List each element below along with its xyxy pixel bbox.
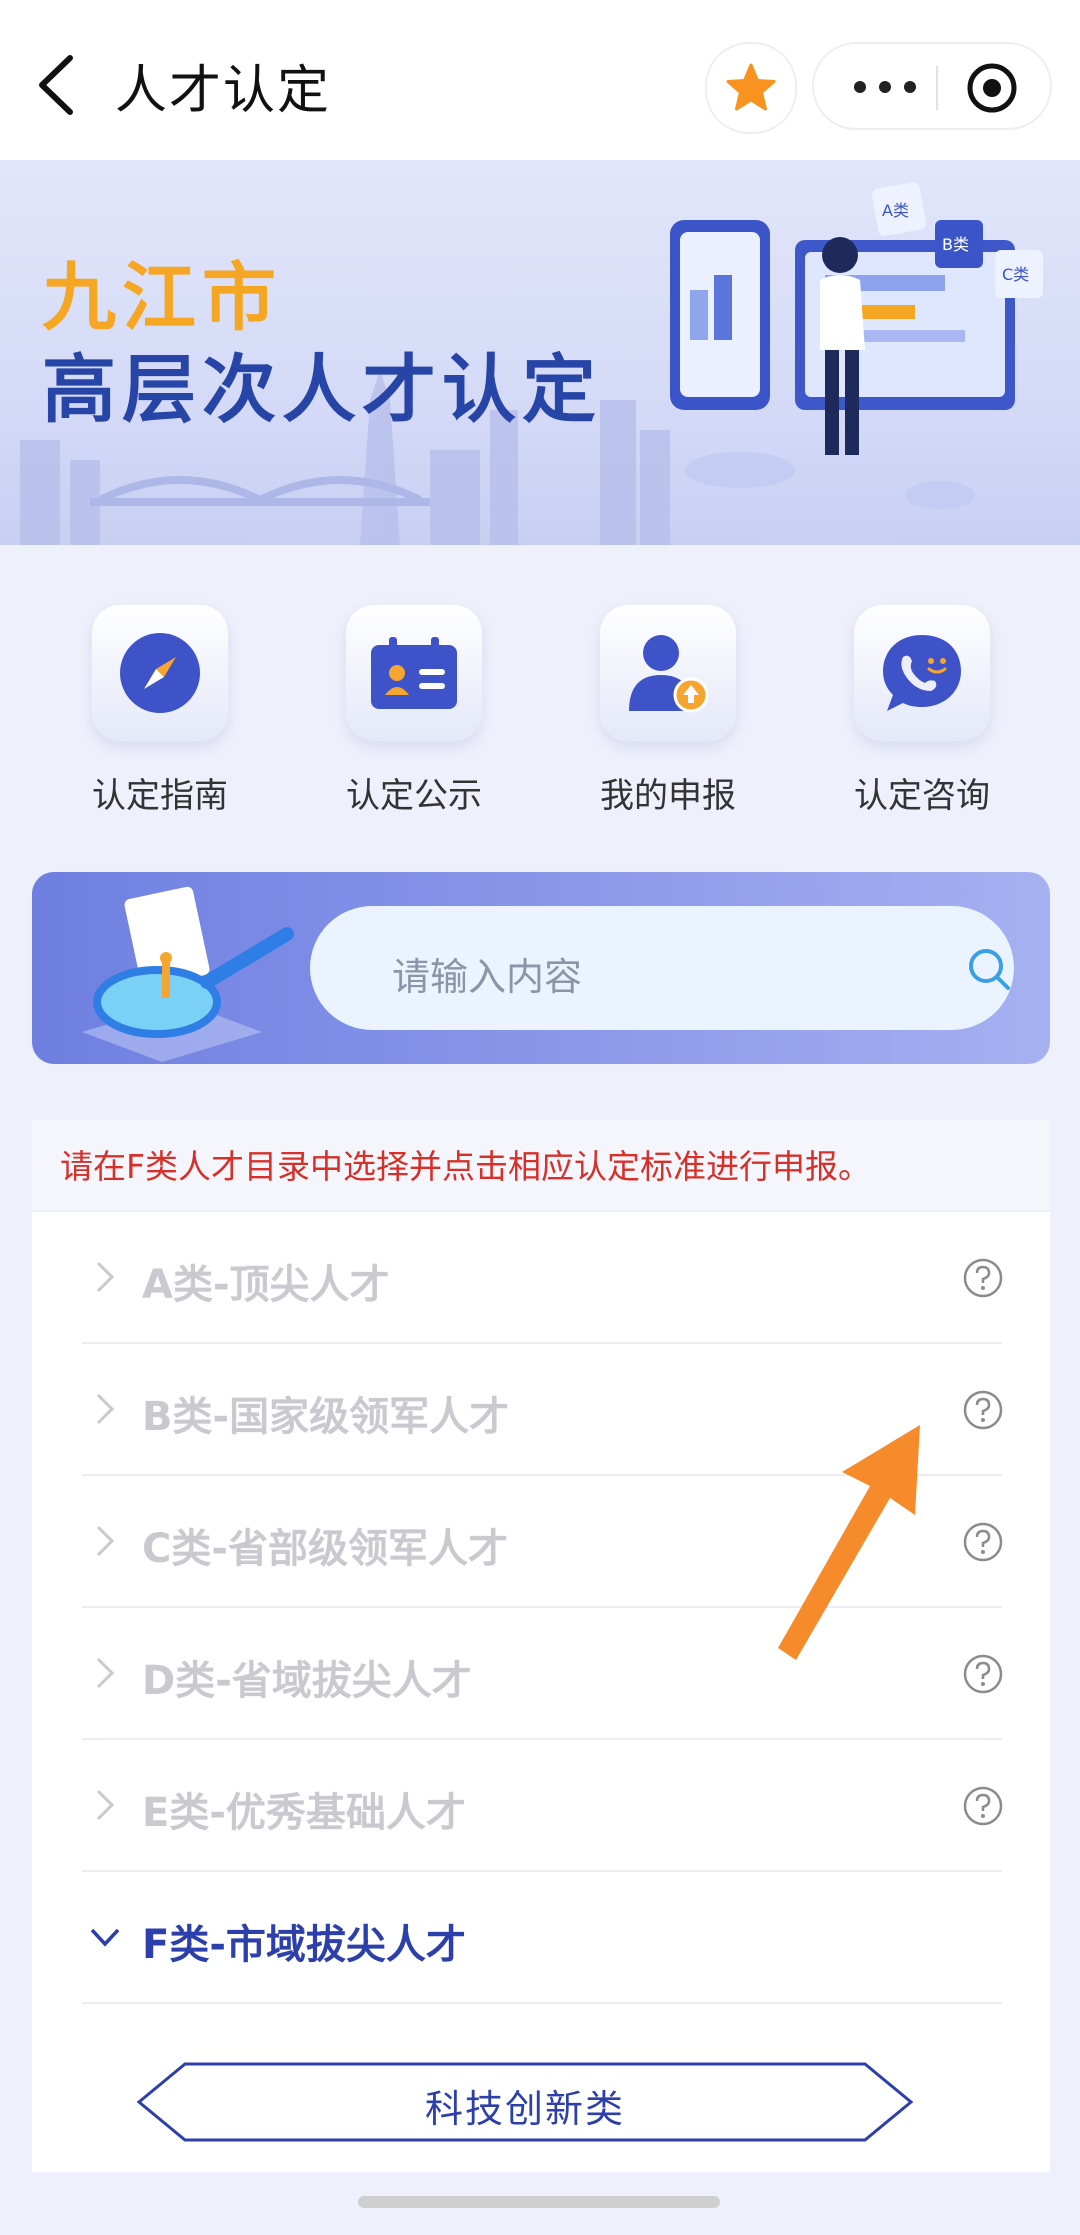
quick-entry-my-application-label: 我的申报	[600, 776, 736, 816]
chevron-right-icon	[96, 1261, 115, 1293]
help-icon[interactable]	[962, 1785, 1004, 1827]
chevron-right-icon	[96, 1657, 115, 1689]
search-icon[interactable]	[964, 944, 1014, 994]
home-indicator	[358, 2196, 720, 2208]
category-item-d-label: D类-省域拔尖人才	[142, 1658, 472, 1704]
quick-entry-guide[interactable]: 认定指南	[60, 600, 260, 830]
chevron-right-icon	[96, 1525, 115, 1557]
magnifier-illustration	[82, 886, 294, 1062]
search-banner: 请输入内容	[32, 872, 1050, 1064]
talent-illustration: A类 B类 C类	[670, 182, 1043, 509]
compass-icon	[120, 633, 200, 713]
quick-entry-my-application[interactable]: 我的申报	[568, 600, 768, 830]
chevron-down-icon	[90, 1928, 120, 1947]
user-upload-icon	[629, 635, 709, 713]
favorite-button[interactable]	[705, 42, 797, 134]
help-icon[interactable]	[962, 1257, 1004, 1299]
annotation-arrow-icon	[778, 1425, 920, 1660]
category-list: A类-顶尖人才 B类-国家级领军人才 C类-省部级领军人才 D类-省域拔尖人才 …	[32, 1212, 1050, 2172]
quick-entry-announcement-label: 认定公示	[346, 776, 482, 816]
banner-card-a: A类	[882, 201, 909, 220]
subcategory-tech-innovation[interactable]: 科技创新类	[135, 2062, 915, 2142]
banner-city-title: 九江市	[42, 255, 282, 341]
quick-entry-guide-label: 认定指南	[92, 776, 228, 816]
quick-entry-grid: 认定指南 认定公示 我的申报 认定咨询	[0, 600, 1080, 830]
quick-entry-consult-tile	[854, 605, 990, 741]
quick-entry-guide-tile	[92, 605, 228, 741]
quick-entry-announcement-tile	[346, 605, 482, 741]
star-icon	[726, 63, 776, 111]
close-target-icon[interactable]	[966, 62, 1018, 114]
help-icon[interactable]	[962, 1521, 1004, 1563]
category-item-b-label: B类-国家级领军人才	[142, 1394, 510, 1440]
notice-text: 请在F类人才目录中选择并点击相应认定标准进行申报。	[60, 1147, 871, 1186]
banner-main-title: 高层次人才认定	[42, 347, 602, 433]
notice-banner: 请在F类人才目录中选择并点击相应认定标准进行申报。	[32, 1120, 1050, 1212]
chevron-right-icon	[96, 1789, 115, 1821]
search-placeholder: 请输入内容	[392, 955, 583, 999]
mini-program-capsule	[812, 42, 1052, 130]
id-card-icon	[371, 637, 457, 709]
category-item-a[interactable]: A类-顶尖人才	[82, 1212, 1004, 1344]
hero-banner: 九江市 高层次人才认定 A类 B类 C类	[0, 160, 1080, 545]
banner-card-b: B类	[942, 235, 969, 254]
category-item-f[interactable]: F类-市域拔尖人才	[82, 1872, 1002, 2004]
subcategory-label: 科技创新类	[424, 2087, 625, 2131]
quick-entry-announcement[interactable]: 认定公示	[314, 600, 514, 830]
quick-entry-my-application-tile	[600, 605, 736, 741]
chevron-right-icon	[96, 1393, 115, 1425]
help-icon[interactable]	[962, 1653, 1004, 1695]
search-input[interactable]: 请输入内容	[310, 906, 1014, 1030]
chat-bubble-icon	[883, 635, 961, 711]
page-title: 人才认定	[115, 61, 332, 121]
help-icon[interactable]	[962, 1389, 1004, 1431]
back-arrow-icon[interactable]	[30, 50, 90, 120]
category-item-e[interactable]: E类-优秀基础人才	[82, 1740, 1004, 1872]
category-item-f-label: F类-市域拔尖人才	[142, 1922, 466, 1968]
banner-card-c: C类	[1002, 265, 1029, 284]
more-icon[interactable]	[850, 72, 920, 102]
category-item-e-label: E类-优秀基础人才	[142, 1790, 466, 1836]
capsule-divider	[936, 66, 938, 110]
category-item-c-label: C类-省部级领军人才	[142, 1526, 508, 1572]
category-item-a-label: A类-顶尖人才	[142, 1262, 390, 1308]
top-nav-bar: 人才认定	[0, 0, 1080, 160]
quick-entry-consult-label: 认定咨询	[854, 776, 990, 816]
quick-entry-consult[interactable]: 认定咨询	[822, 600, 1022, 830]
